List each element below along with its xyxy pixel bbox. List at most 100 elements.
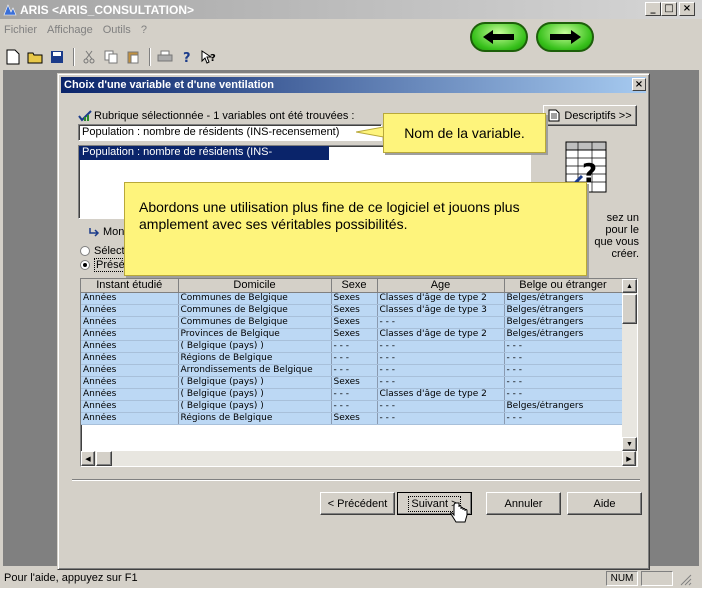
table-row[interactable]: Années( Belgique (pays) ) Sexes - - -- - - xyxy=(81,376,623,389)
about-button[interactable]: ? xyxy=(177,47,197,67)
menu-outils[interactable]: Outils xyxy=(103,24,131,36)
aide-label: Aide xyxy=(593,497,616,510)
context-help-button[interactable]: ? xyxy=(199,47,219,67)
scroll-left-button[interactable]: ◀ xyxy=(81,451,95,466)
dialog-title: Choix d'une variable et d'une ventilatio… xyxy=(64,79,274,91)
cell-sexe: Sexes xyxy=(331,412,378,425)
cell-sexe: Sexes xyxy=(331,376,378,389)
mouse-cursor-icon xyxy=(450,502,468,523)
grid-body: Années Communes de Belgique Sexes Classes d… xyxy=(81,292,623,425)
horizontal-scrollbar[interactable]: ◀ ▶ xyxy=(81,451,637,466)
table-row[interactable]: Années( Belgique (pays) ) - - -- - - Belge… xyxy=(81,400,623,413)
cut-button[interactable] xyxy=(79,47,99,67)
toolbar: ? ? xyxy=(3,46,221,68)
cell-domicile: Communes de Belgique xyxy=(178,316,332,329)
radio-select[interactable]: Sélect xyxy=(80,245,125,257)
toolbar-separator xyxy=(149,48,151,66)
rubrique-label: Rubrique sélectionnée - 1 variables ont … xyxy=(94,110,355,122)
scroll-thumb[interactable] xyxy=(622,294,637,324)
vertical-scrollbar[interactable]: ▲ ▼ xyxy=(622,279,637,451)
variable-dialog: Choix d'une variable et d'une ventilatio… xyxy=(57,73,650,570)
new-document-button[interactable] xyxy=(3,47,23,67)
radio-preset[interactable]: Présé xyxy=(80,258,127,272)
list-item-selected[interactable]: Population : nombre de résidents (INS-re… xyxy=(79,146,329,171)
cell-instant: Années xyxy=(81,340,179,353)
aide-button[interactable]: Aide xyxy=(567,492,642,515)
help-pointer-icon: ? xyxy=(201,50,216,64)
scroll-up-button[interactable]: ▲ xyxy=(622,279,637,293)
col-header-age[interactable]: Age xyxy=(377,279,505,293)
checkmark-chart-icon xyxy=(78,110,92,122)
rubrique-row: Rubrique sélectionnée - 1 variables ont … xyxy=(78,110,355,122)
cell-belge: - - - xyxy=(504,376,623,389)
menu-affichage[interactable]: Affichage xyxy=(47,24,93,36)
aris-logo-icon xyxy=(3,4,17,16)
menu-help[interactable]: ? xyxy=(141,24,147,36)
back-arrow-button[interactable] xyxy=(470,22,528,52)
cell-belge: - - - xyxy=(504,364,623,377)
table-row[interactable]: Années( Belgique (pays) ) - - - Classes d'… xyxy=(81,388,623,401)
scroll-right-button[interactable]: ▶ xyxy=(622,451,636,466)
arrow-return-icon xyxy=(89,228,100,237)
cell-domicile: ( Belgique (pays) ) xyxy=(178,400,332,413)
copy-icon xyxy=(104,50,118,64)
cell-domicile: Provinces de Belgique xyxy=(178,328,332,341)
radio-button-checked[interactable] xyxy=(80,260,90,270)
document-icon xyxy=(548,109,560,122)
annuler-button[interactable]: Annuler xyxy=(486,492,561,515)
copy-button[interactable] xyxy=(101,47,121,67)
combinations-grid[interactable]: Instant étudié Domicile Sexe Age Belge o… xyxy=(80,278,638,467)
maximize-button[interactable]: □ xyxy=(661,2,677,16)
resize-grip[interactable] xyxy=(678,572,692,586)
montrer-row[interactable]: Mont xyxy=(88,226,127,238)
arrow-left-icon xyxy=(483,30,514,44)
table-row[interactable]: Années Arrondissements de Belgique - - -- … xyxy=(81,364,623,377)
close-app-button[interactable]: × xyxy=(679,2,695,16)
svg-text:?: ? xyxy=(183,51,191,64)
cell-sexe: - - - xyxy=(331,388,378,401)
table-row[interactable]: Années Communes de Belgique Sexes - - - Belg… xyxy=(81,316,623,329)
cell-sexe: Sexes xyxy=(331,316,378,329)
col-header-belge[interactable]: Belge ou étranger xyxy=(504,279,623,293)
print-button[interactable] xyxy=(155,47,175,67)
app-title-bar: ARIS <ARIS_CONSULTATION> xyxy=(0,0,702,19)
status-bar: Pour l'aide, appuyez sur F1 xyxy=(0,567,702,588)
save-button[interactable] xyxy=(47,47,67,67)
menu-fichier[interactable]: Fichier xyxy=(4,24,37,36)
svg-text:?: ? xyxy=(210,53,216,64)
dialog-close-button[interactable]: × xyxy=(632,78,646,91)
cell-sexe: - - - xyxy=(331,352,378,365)
help-text-line: pour le xyxy=(605,224,639,236)
cell-sexe: Sexes xyxy=(331,328,378,341)
help-text-line: sez un xyxy=(606,212,639,224)
col-header-sexe[interactable]: Sexe xyxy=(331,279,378,293)
table-row[interactable]: Années Régions de Belgique Sexes - - -- - - xyxy=(81,412,623,425)
cell-domicile: Arrondissements de Belgique xyxy=(178,364,332,377)
table-row[interactable]: Années Communes de Belgique Sexes Classes d… xyxy=(81,304,623,317)
intro-callout-text: Abordons une utilisation plus fine de ce… xyxy=(139,199,520,232)
col-header-instant[interactable]: Instant étudié xyxy=(81,279,179,293)
cell-instant: Années xyxy=(81,376,179,389)
precedent-label: < Précédent xyxy=(327,497,388,510)
h-scroll-thumb[interactable] xyxy=(96,451,112,466)
col-header-domicile[interactable]: Domicile xyxy=(178,279,332,293)
paste-icon xyxy=(127,51,139,64)
minimize-button[interactable]: _ xyxy=(645,2,661,16)
open-button[interactable] xyxy=(25,47,45,67)
grid-header-row: Instant étudié Domicile Sexe Age Belge o… xyxy=(81,279,623,293)
descriptifs-button[interactable]: Descriptifs >> xyxy=(543,105,637,126)
table-row[interactable]: Années Provinces de Belgique Sexes Classes … xyxy=(81,328,623,341)
cell-domicile: Régions de Belgique xyxy=(178,352,332,365)
variable-field[interactable]: Population : nombre de résidents (INS-re… xyxy=(78,124,382,141)
paste-button[interactable] xyxy=(123,47,143,67)
cell-instant: Années xyxy=(81,388,179,401)
scroll-down-button[interactable]: ▼ xyxy=(622,437,637,451)
precedent-button[interactable]: < Précédent xyxy=(320,492,395,515)
cell-belge: - - - xyxy=(504,388,623,401)
radio-button[interactable] xyxy=(80,246,90,256)
table-row[interactable]: Années Communes de Belgique Sexes Classes d… xyxy=(81,292,623,305)
radio-select-label: Sélect xyxy=(94,245,125,257)
table-row[interactable]: Années( Belgique (pays) ) - - -- - -- - - xyxy=(81,340,623,353)
table-row[interactable]: Années Régions de Belgique - - -- - -- - - xyxy=(81,352,623,365)
forward-arrow-button[interactable] xyxy=(536,22,594,52)
